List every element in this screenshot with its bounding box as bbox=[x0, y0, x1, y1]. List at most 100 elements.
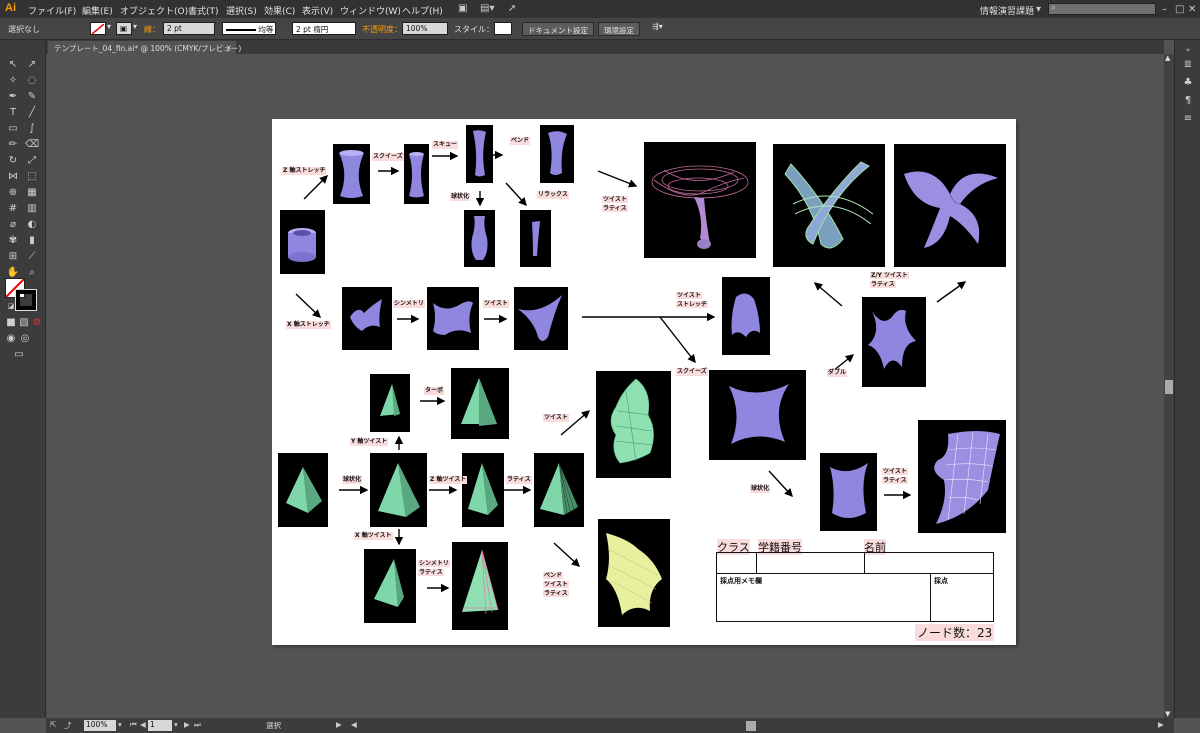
color-mode-icon[interactable]: ■ bbox=[4, 316, 18, 329]
class-cell[interactable] bbox=[717, 553, 757, 574]
hscroll-left-icon[interactable]: ◀ bbox=[351, 720, 357, 729]
rotate-tool-icon[interactable]: ↻ bbox=[6, 154, 20, 167]
search-input[interactable]: ⌕ bbox=[1048, 3, 1156, 15]
hscroll-right-icon[interactable]: ▶ bbox=[1158, 720, 1164, 729]
thumb-x-twist[interactable] bbox=[364, 549, 416, 623]
screen-mode-icon[interactable]: ▭ bbox=[12, 348, 26, 361]
variable-width-profile[interactable]: 均等 bbox=[222, 22, 276, 35]
vertical-scroll-thumb[interactable] bbox=[1165, 380, 1173, 394]
type-tool-icon[interactable]: T bbox=[6, 106, 20, 119]
gradient-mode-icon[interactable]: ▧ bbox=[17, 316, 31, 329]
zoom-field[interactable]: 100% bbox=[84, 720, 116, 731]
menu-select[interactable]: 選択(S) bbox=[226, 4, 257, 17]
thumb-lattice-wireframe[interactable] bbox=[773, 144, 885, 267]
line-tool-icon[interactable]: ╱ bbox=[25, 106, 39, 119]
brushes-panel-icon[interactable]: ≡ bbox=[1181, 112, 1195, 125]
thumb-spherize-shape[interactable] bbox=[820, 453, 877, 531]
thumb-squeeze-shape[interactable] bbox=[709, 370, 806, 460]
column-graph-icon[interactable]: ▮ bbox=[25, 234, 39, 247]
magic-wand-icon[interactable]: ✧ bbox=[6, 74, 20, 87]
page-dropdown-icon[interactable]: ▾ bbox=[174, 720, 178, 729]
maximize-icon[interactable]: □ bbox=[1175, 4, 1184, 15]
properties-panel-icon[interactable]: ¶ bbox=[1181, 94, 1195, 107]
horizontal-scroll-thumb[interactable] bbox=[746, 721, 756, 731]
thumb-skew[interactable] bbox=[466, 125, 493, 183]
first-page-icon[interactable]: ⏮ bbox=[130, 720, 137, 730]
brush-definition[interactable]: 2 pt 楕円 bbox=[292, 22, 356, 35]
name-cell[interactable] bbox=[865, 553, 993, 574]
thumb-twist-lattice-purple[interactable] bbox=[918, 420, 1006, 533]
gradient-tool-icon[interactable]: ▥ bbox=[25, 202, 39, 215]
status-menu-icon[interactable]: ▶ bbox=[336, 720, 342, 729]
stroke-dropdown-icon[interactable]: ▾ bbox=[133, 22, 137, 31]
thumb-bend[interactable] bbox=[540, 125, 574, 183]
menu-file[interactable]: ファイル(F) bbox=[28, 4, 76, 17]
paintbrush-icon[interactable]: ∫ bbox=[25, 122, 39, 135]
thumb-symmetry[interactable] bbox=[427, 287, 479, 350]
fill-dropdown-icon[interactable]: ▾ bbox=[107, 22, 111, 31]
curvature-tool-icon[interactable]: ✎ bbox=[25, 90, 39, 103]
zoom-dropdown-icon[interactable]: ▾ bbox=[118, 720, 122, 729]
share-icon[interactable]: ⤴ bbox=[64, 720, 72, 731]
opacity-field[interactable]: 100% bbox=[402, 22, 448, 35]
collapse-panels-icon[interactable]: « bbox=[1181, 44, 1195, 57]
thumb-twist-lattice-tree[interactable] bbox=[644, 142, 756, 258]
eraser-icon[interactable]: ⌫ bbox=[25, 138, 39, 151]
thumb-cylinder[interactable] bbox=[280, 210, 325, 274]
draw-mode-icon[interactable]: ◉ bbox=[4, 332, 18, 345]
thumb-double[interactable] bbox=[862, 297, 926, 387]
scale-tool-icon[interactable]: ⤢ bbox=[25, 154, 39, 167]
layers-panel-icon[interactable]: ≣ bbox=[1181, 58, 1195, 71]
arrange-documents-icon[interactable]: ▤▾ bbox=[480, 3, 494, 14]
document-tab[interactable]: テンプレート_04_fin.ai* @ 100% (CMYK/プレビュー) × bbox=[48, 41, 241, 54]
free-transform-icon[interactable]: ⬚ bbox=[25, 170, 39, 183]
draw-behind-icon[interactable]: ◎ bbox=[18, 332, 32, 345]
thumb-pyramid[interactable] bbox=[278, 453, 328, 527]
pencil-icon[interactable]: ✏ bbox=[6, 138, 20, 151]
thumb-relax[interactable] bbox=[520, 210, 551, 267]
thumb-turbo[interactable] bbox=[451, 368, 509, 439]
rectangle-tool-icon[interactable]: ▭ bbox=[6, 122, 20, 135]
slice-tool-icon[interactable]: ⟋ bbox=[25, 250, 39, 263]
menu-window[interactable]: ウィンドウ(W) bbox=[340, 4, 401, 17]
thumb-symmetry-lattice[interactable] bbox=[452, 542, 508, 630]
selection-tool-icon[interactable]: ↖ bbox=[6, 58, 20, 71]
prev-page-icon[interactable]: ◀ bbox=[140, 720, 146, 729]
menu-type[interactable]: 書式(T) bbox=[188, 4, 219, 17]
workspace-switcher[interactable]: 情報演習課題 bbox=[980, 4, 1034, 17]
page-field[interactable]: 1 bbox=[148, 720, 172, 731]
eyedropper-icon[interactable]: ⌀ bbox=[6, 218, 20, 231]
scroll-down-icon[interactable]: ▼ bbox=[1165, 710, 1170, 718]
close-icon[interactable]: ✕ bbox=[1188, 4, 1196, 15]
thumb-squeeze[interactable] bbox=[404, 144, 429, 204]
menu-edit[interactable]: 編集(E) bbox=[82, 4, 113, 17]
workspace-dropdown-icon[interactable]: ▾ bbox=[1036, 4, 1041, 15]
vertical-scrollbar[interactable]: ▲ ▼ bbox=[1164, 54, 1174, 718]
blend-tool-icon[interactable]: ◐ bbox=[25, 218, 39, 231]
stroke-label[interactable]: 線： bbox=[144, 24, 160, 35]
thumb-z-stretch[interactable] bbox=[333, 144, 370, 204]
thumb-twist-stretch[interactable] bbox=[722, 277, 770, 355]
mesh-tool-icon[interactable]: # bbox=[6, 202, 20, 215]
memo-cell[interactable]: 採点用メモ欄 bbox=[717, 574, 931, 621]
menu-object[interactable]: オブジェクト(O) bbox=[120, 4, 188, 17]
perspective-grid-icon[interactable]: ▦ bbox=[25, 186, 39, 199]
bridge-icon[interactable]: ▣ bbox=[458, 3, 467, 14]
thumb-z-twist[interactable] bbox=[462, 453, 504, 527]
next-page-icon[interactable]: ▶ bbox=[184, 720, 190, 729]
student-id-cell[interactable] bbox=[757, 553, 865, 574]
opacity-label[interactable]: 不透明度： bbox=[362, 24, 402, 35]
artboard-tool-icon[interactable]: ⊞ bbox=[6, 250, 20, 263]
default-colors-icon[interactable]: ◪ bbox=[4, 300, 18, 313]
stroke-color-box[interactable] bbox=[15, 289, 37, 311]
pen-tool-icon[interactable]: ✒ bbox=[6, 90, 20, 103]
fill-swatch[interactable] bbox=[90, 22, 106, 35]
thumb-twist-green-lattice[interactable] bbox=[596, 371, 671, 478]
arrange-icon[interactable]: ⇶▾ bbox=[652, 22, 663, 31]
thumb-x-stretch[interactable] bbox=[342, 287, 392, 350]
lasso-icon[interactable]: ◌ bbox=[25, 74, 39, 87]
shape-builder-icon[interactable]: ⊕ bbox=[6, 186, 20, 199]
symbol-sprayer-icon[interactable]: ✾ bbox=[6, 234, 20, 247]
menu-view[interactable]: 表示(V) bbox=[302, 4, 333, 17]
thumb-lattice-pyramid[interactable] bbox=[534, 453, 584, 527]
